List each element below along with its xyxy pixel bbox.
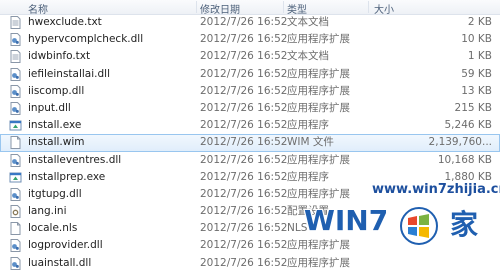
dll-file-icon xyxy=(9,84,22,98)
file-date: 2012/7/26 16:52 xyxy=(200,119,288,132)
ini-file-icon xyxy=(9,205,22,219)
file-row[interactable]: installeventres.dll 2012/7/26 16:52 应用程序扩展… xyxy=(0,152,500,169)
blank-file-icon xyxy=(9,136,22,150)
file-name: locale.nls xyxy=(28,222,78,235)
file-row[interactable]: luainstall.dll 2012/7/26 16:52 应用程序扩展 xyxy=(0,255,500,272)
dll-file-icon xyxy=(9,33,22,47)
file-type: 配置设置 xyxy=(287,205,329,218)
file-type: 应用程序扩展 xyxy=(287,84,350,97)
file-date: 2012/7/26 16:52 xyxy=(200,187,288,200)
blank-file-icon xyxy=(9,222,22,236)
file-row[interactable]: iefileinstallai.dll 2012/7/26 16:52 应用程序扩展… xyxy=(0,66,500,83)
file-type: 文本文档 xyxy=(287,16,329,28)
file-name: hwexclude.txt xyxy=(28,16,102,28)
file-row[interactable]: lang.ini 2012/7/26 16:52 配置设置 xyxy=(0,203,500,220)
file-date: 2012/7/26 16:52 xyxy=(200,50,288,63)
file-row[interactable]: itgtupg.dll 2012/7/26 16:52 应用程序扩展 xyxy=(0,186,500,203)
file-name: logprovider.dll xyxy=(28,239,103,252)
column-divider[interactable] xyxy=(196,1,197,13)
file-type: WIM 文件 xyxy=(287,136,334,149)
file-row[interactable]: logprovider.dll 2012/7/26 16:52 应用程序扩展 xyxy=(0,237,500,254)
file-row[interactable]: hwexclude.txt 2012/7/26 16:52 文本文档 2 KB xyxy=(0,14,500,31)
file-row[interactable]: locale.nls 2012/7/26 16:52 NLS xyxy=(0,220,500,237)
column-divider[interactable] xyxy=(368,1,369,13)
file-date: 2012/7/26 16:52 xyxy=(200,205,288,218)
file-type: 应用程序 xyxy=(287,170,329,183)
file-date: 2012/7/26 16:52 xyxy=(200,67,288,80)
file-name: idwbinfo.txt xyxy=(28,50,91,63)
dll-file-icon xyxy=(9,153,22,167)
file-type: 应用程序扩展 xyxy=(287,101,350,114)
file-name: luainstall.dll xyxy=(28,256,92,269)
dll-file-icon xyxy=(9,239,22,253)
file-date: 2012/7/26 16:52 xyxy=(200,170,288,183)
file-date: 2012/7/26 16:52 xyxy=(200,222,288,235)
file-size: 2 KB xyxy=(467,16,492,28)
file-date: 2012/7/26 16:52 xyxy=(200,256,288,269)
file-size: 10,168 KB xyxy=(437,153,492,166)
file-size: 1,880 KB xyxy=(444,170,493,183)
dll-file-icon xyxy=(9,67,22,81)
file-row[interactable]: installprep.exe 2012/7/26 16:52 应用程序 1,880 … xyxy=(0,169,500,186)
file-date: 2012/7/26 16:52 xyxy=(200,136,288,149)
file-row[interactable]: iiscomp.dll 2012/7/26 16:52 应用程序扩展 13 KB xyxy=(0,83,500,100)
file-type: 应用程序扩展 xyxy=(287,67,350,80)
file-name: lang.ini xyxy=(28,205,67,218)
file-type: 应用程序 xyxy=(287,119,329,132)
file-date: 2012/7/26 16:52 xyxy=(200,239,288,252)
file-date: 2012/7/26 16:52 xyxy=(200,101,288,114)
file-size: 13 KB xyxy=(461,84,492,97)
file-row[interactable]: install.exe 2012/7/26 16:52 应用程序 5,246 KB xyxy=(0,117,500,134)
file-date: 2012/7/26 16:52 xyxy=(200,153,288,166)
dll-file-icon xyxy=(9,101,22,115)
file-date: 2012/7/26 16:52 xyxy=(200,33,288,46)
file-name: iiscomp.dll xyxy=(28,84,85,97)
file-row[interactable]: input.dll 2012/7/26 16:52 应用程序扩展 215 KB xyxy=(0,100,500,117)
file-row[interactable]: hypervcomplcheck.dll 2012/7/26 16:52 应用程序扩… xyxy=(0,31,500,48)
file-row[interactable]: idwbinfo.txt 2012/7/26 16:52 文本文档 1 KB xyxy=(0,48,500,65)
dll-file-icon xyxy=(9,187,22,201)
file-size: 10 KB xyxy=(461,33,492,46)
file-size: 2,139,760... xyxy=(428,136,492,149)
file-type: 应用程序扩展 xyxy=(287,256,350,269)
file-date: 2012/7/26 16:52 xyxy=(200,16,288,28)
file-list: hwexclude.txt 2012/7/26 16:52 文本文档 2 KB hype… xyxy=(0,14,500,272)
file-size: 215 KB xyxy=(454,101,492,114)
file-name: input.dll xyxy=(28,101,71,114)
file-name: iefileinstallai.dll xyxy=(28,67,110,80)
column-divider[interactable] xyxy=(283,1,284,13)
file-type: 文本文档 xyxy=(287,50,329,63)
column-header: 名称 修改日期 类型 大小 xyxy=(0,0,500,16)
file-type: 应用程序扩展 xyxy=(287,239,350,252)
file-size: 5,246 KB xyxy=(444,119,493,132)
file-name: installeventres.dll xyxy=(28,153,122,166)
file-size: 59 KB xyxy=(461,67,492,80)
file-name: install.wim xyxy=(28,136,85,149)
file-name: installprep.exe xyxy=(28,170,106,183)
text-file-icon xyxy=(9,50,22,64)
file-type: 应用程序扩展 xyxy=(287,153,350,166)
exe-file-icon xyxy=(9,171,22,184)
exe-file-icon xyxy=(9,119,22,132)
file-type: 应用程序扩展 xyxy=(287,33,350,46)
file-size: 1 KB xyxy=(467,50,492,63)
file-type: NLS xyxy=(287,222,308,235)
file-date: 2012/7/26 16:52 xyxy=(200,84,288,97)
file-name: itgtupg.dll xyxy=(28,187,82,200)
file-name: install.exe xyxy=(28,119,82,132)
file-row[interactable]: install.wim 2012/7/26 16:52 WIM 文件 2,139,76… xyxy=(0,134,500,152)
text-file-icon xyxy=(9,16,22,29)
file-name: hypervcomplcheck.dll xyxy=(28,33,144,46)
file-type: 应用程序扩展 xyxy=(287,187,350,200)
dll-file-icon xyxy=(9,256,22,270)
